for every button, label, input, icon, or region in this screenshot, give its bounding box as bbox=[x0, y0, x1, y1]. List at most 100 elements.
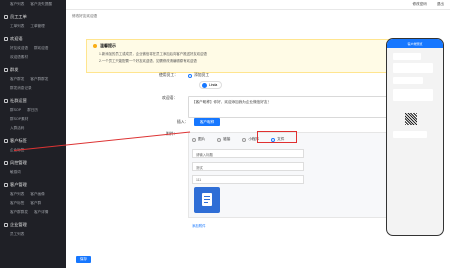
highlight-box bbox=[257, 131, 297, 143]
sidebar-row: 客户群群发 客户详情 bbox=[0, 208, 66, 217]
sidebar-row: 敏感词 bbox=[0, 168, 66, 177]
save-button[interactable]: 保存 bbox=[76, 256, 91, 263]
menu-icon bbox=[4, 37, 8, 41]
sidebar-section[interactable]: 群发 bbox=[0, 64, 66, 75]
sidebar-section[interactable]: 企业管理 bbox=[0, 219, 66, 230]
sidebar-item[interactable]: 群日历 bbox=[27, 108, 38, 113]
sidebar-item[interactable]: 客户列表 bbox=[10, 2, 24, 7]
sidebar-item[interactable]: 群发消息记录 bbox=[10, 86, 32, 91]
radio-icon bbox=[217, 137, 222, 142]
change-password-link[interactable]: 修改密码 bbox=[412, 2, 426, 7]
avatar bbox=[202, 82, 207, 88]
sidebar-row: 群发消息记录 bbox=[0, 84, 66, 93]
insert-label: 插入： bbox=[177, 120, 189, 124]
tip-box: 温馨提示 1.新添加的员工或成员，企业微信将在员工添加后向客户推送好友欢迎语 2… bbox=[86, 39, 422, 73]
sidebar-item[interactable]: 好友欢迎语 bbox=[10, 46, 28, 51]
tab-label: 链接 bbox=[223, 137, 231, 141]
chat-bubble bbox=[393, 63, 433, 73]
phone-title: 客户端预览 bbox=[387, 39, 443, 48]
chat-bubble bbox=[393, 89, 433, 101]
welcome-textarea[interactable]: 【客户昵称】你好，欢迎添加我为企业微信好友！ bbox=[188, 96, 416, 118]
tab-label: 图片 bbox=[198, 137, 206, 141]
radio-icon bbox=[242, 137, 247, 142]
sidebar-section[interactable]: 员工工单 bbox=[0, 11, 66, 22]
radio-icon bbox=[188, 73, 192, 78]
sidebar-item[interactable]: 客户群 bbox=[30, 201, 41, 206]
menu-icon bbox=[4, 99, 8, 103]
sidebar-item[interactable]: 敏感词 bbox=[10, 170, 21, 175]
sidebar-item[interactable]: 群欢迎语 bbox=[34, 46, 48, 51]
sidebar-row: 员工列表 bbox=[0, 230, 66, 239]
sidebar-row: 群SOP素材 bbox=[0, 115, 66, 124]
sidebar-item[interactable]: 员工列表 bbox=[10, 232, 24, 237]
sidebar-item[interactable]: 入群活码 bbox=[10, 126, 24, 131]
top-bar: 修改密码 退出 bbox=[66, 0, 450, 10]
sidebar-section[interactable]: 风控管理 bbox=[0, 157, 66, 168]
sidebar-section-title: 客户标签 bbox=[10, 138, 27, 143]
sidebar-section-title: 社群运营 bbox=[10, 98, 27, 103]
tab-image[interactable]: 图片 bbox=[192, 137, 205, 142]
sidebar-row: 客户群发 客户群群发 bbox=[0, 75, 66, 84]
sidebar-item[interactable]: 客户标签 bbox=[10, 201, 24, 206]
sidebar-item[interactable]: 群SOP素材 bbox=[10, 117, 28, 122]
add-attachment-link[interactable]: 添加附件 bbox=[192, 223, 206, 228]
chat-bubble bbox=[393, 131, 427, 138]
tip-title-text: 温馨提示 bbox=[100, 43, 116, 48]
sidebar-section[interactable]: 客户管理 bbox=[0, 179, 66, 190]
sidebar-section-title: 员工工单 bbox=[10, 14, 27, 19]
sidebar-row: 好友欢迎语 群欢迎语 bbox=[0, 44, 66, 53]
logout-link[interactable]: 退出 bbox=[437, 2, 444, 7]
menu-icon bbox=[4, 139, 8, 143]
employee-chip[interactable]: Linda bbox=[199, 81, 223, 89]
sidebar-item[interactable]: 客户群发 bbox=[10, 77, 24, 82]
url-input[interactable]: 111 bbox=[192, 175, 304, 184]
sidebar-item[interactable]: 工单管理 bbox=[30, 24, 44, 29]
employee-radio[interactable]: 添加员工 bbox=[188, 73, 209, 78]
sidebar-item[interactable]: 群SOP bbox=[10, 108, 21, 113]
sidebar-section-title: 风控管理 bbox=[10, 160, 27, 165]
sidebar-item[interactable]: 客户画像 bbox=[30, 192, 44, 197]
divider bbox=[0, 239, 66, 241]
qr-code-icon bbox=[405, 113, 417, 125]
sidebar-row: 客户标签 客户群 bbox=[0, 199, 66, 208]
content-label: 欢迎语： bbox=[162, 96, 178, 100]
sidebar-row: 群SOP 群日历 bbox=[0, 106, 66, 115]
upload-tile[interactable] bbox=[194, 187, 220, 213]
sidebar-item[interactable]: 客户列表 bbox=[10, 192, 24, 197]
desc-input[interactable]: 测试 bbox=[192, 162, 304, 171]
sidebar-item[interactable]: 客户详情 bbox=[34, 210, 48, 215]
sidebar-row: 客户列表 客户画像 bbox=[0, 190, 66, 199]
sidebar-section[interactable]: 社群运营 bbox=[0, 95, 66, 106]
sidebar-row: 客户列表 客户流失提醒 bbox=[0, 0, 66, 9]
sidebar-section-title: 客户管理 bbox=[10, 182, 27, 187]
sidebar-row: 欢迎语素材 bbox=[0, 53, 66, 62]
tip-line: 2.一个员工只能配置一个好友欢迎语，如需修改请编辑原有欢迎语 bbox=[99, 59, 197, 63]
tab-link[interactable]: 链接 bbox=[217, 137, 230, 142]
chat-bubble bbox=[393, 53, 421, 60]
radio-icon bbox=[192, 137, 196, 142]
sidebar-section-title: 企业管理 bbox=[10, 222, 27, 227]
sidebar-item[interactable]: 欢迎语素材 bbox=[10, 55, 28, 60]
document-icon bbox=[202, 193, 212, 206]
sidebar: 客户列表 客户流失提醒 员工工单 工单列表 工单管理 欢迎语 好友欢迎语 群欢迎语 欢迎语素材群… bbox=[0, 0, 66, 268]
sidebar-section-title: 欢迎语 bbox=[10, 36, 23, 41]
sidebar-section[interactable]: 欢迎语 bbox=[0, 33, 66, 44]
sidebar-section[interactable]: 客户标签 bbox=[0, 135, 66, 146]
warning-icon bbox=[93, 44, 97, 48]
sidebar-item[interactable]: 客户流失提醒 bbox=[30, 2, 52, 7]
sidebar-section-title: 群发 bbox=[10, 67, 19, 72]
menu-icon bbox=[4, 161, 8, 165]
tip-line: 1.新添加的员工或成员，企业微信将在员工添加后向客户推送好友欢迎语 bbox=[99, 52, 207, 56]
menu-icon bbox=[4, 15, 8, 19]
sidebar-item[interactable]: 工单列表 bbox=[10, 24, 24, 29]
sidebar-row: 工单列表 工单管理 bbox=[0, 22, 66, 31]
insert-nickname-button[interactable]: 客户昵称 bbox=[194, 118, 220, 126]
sidebar-item[interactable]: 客户群群发 bbox=[10, 210, 28, 215]
sidebar-row: 入群活码 bbox=[0, 124, 66, 133]
menu-icon bbox=[4, 223, 8, 227]
menu-icon bbox=[4, 68, 8, 72]
title-input[interactable]: 请输入标题 bbox=[192, 149, 304, 158]
sidebar-item[interactable]: 客户群群发 bbox=[30, 77, 48, 82]
employee-option-label: 添加员工 bbox=[194, 73, 210, 77]
tip-title: 温馨提示 bbox=[93, 43, 415, 49]
